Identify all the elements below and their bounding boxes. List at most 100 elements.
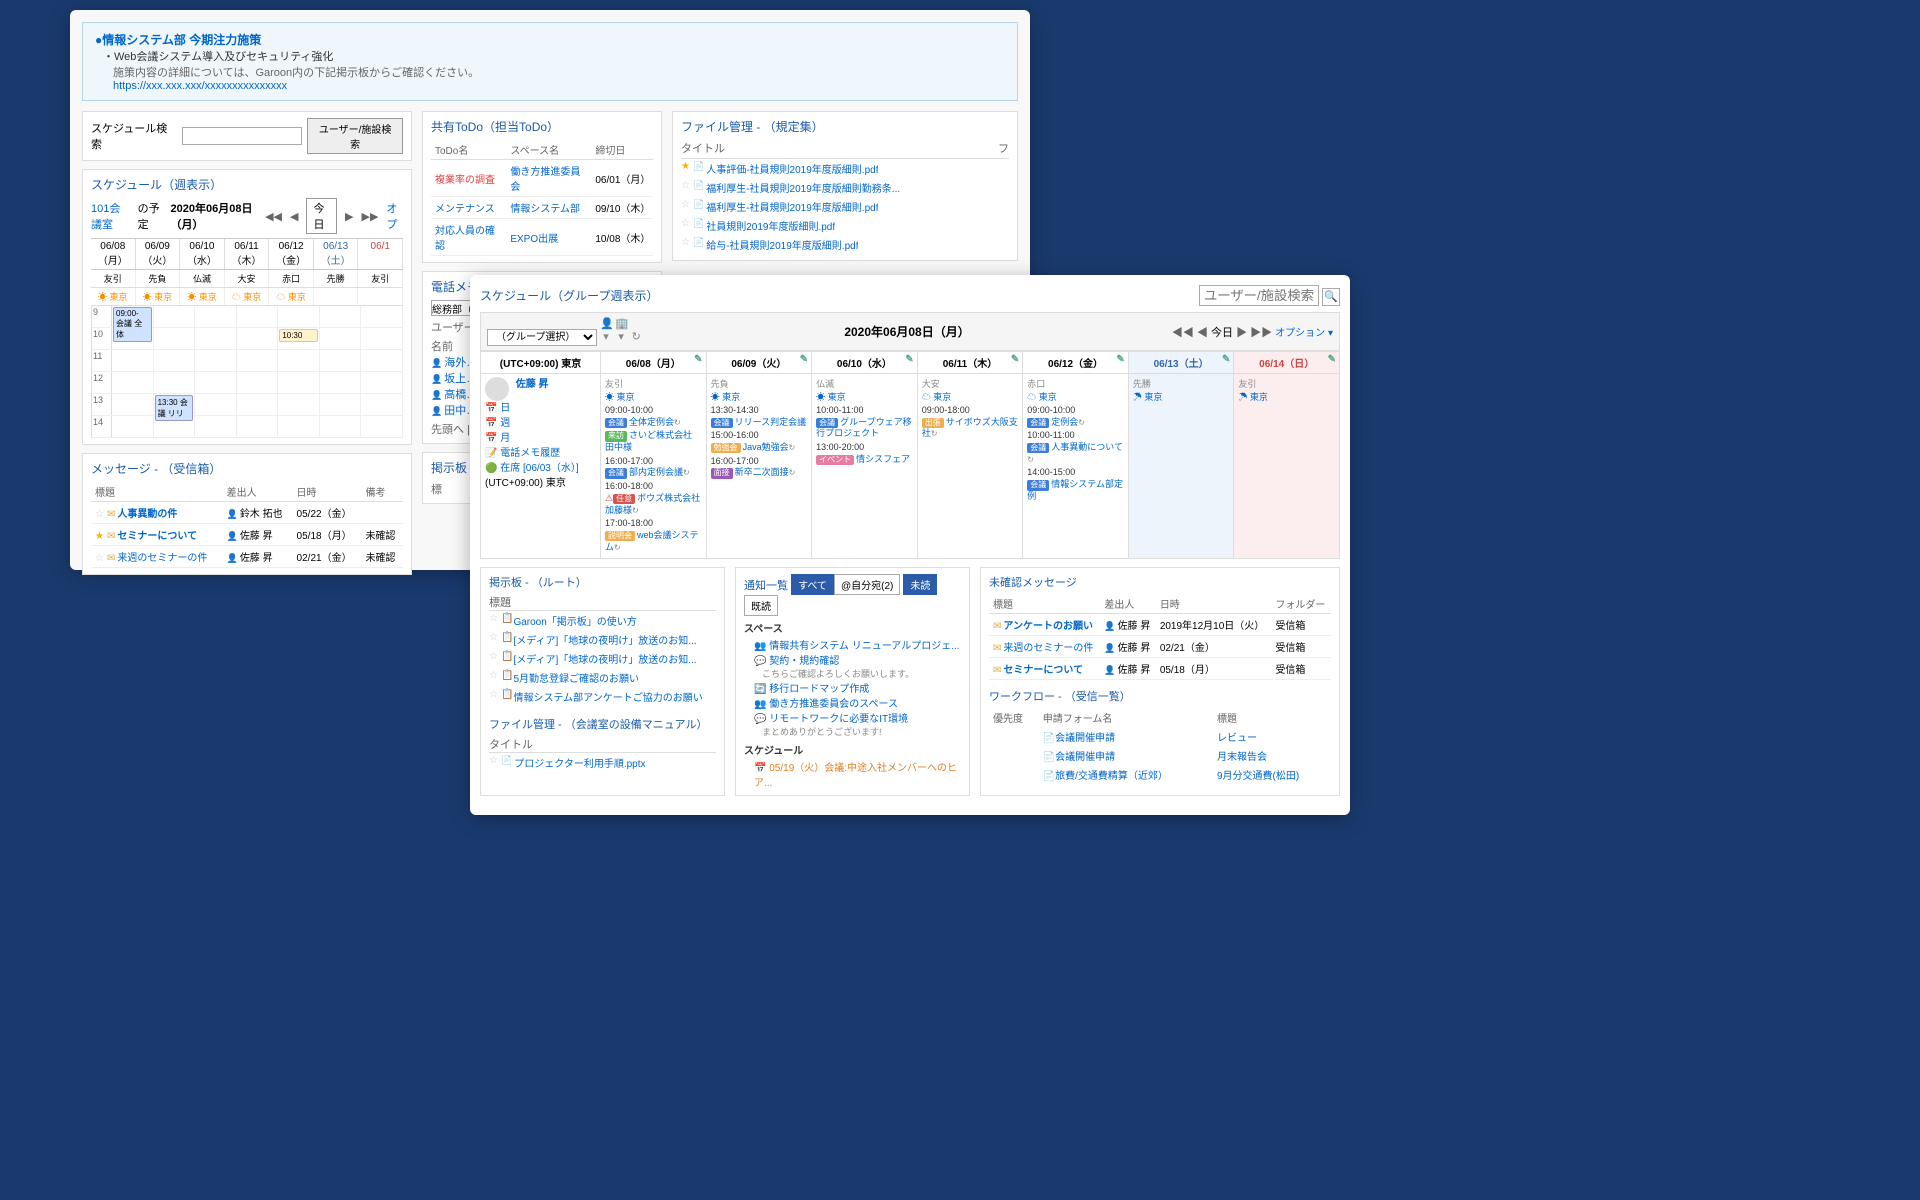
notif-link[interactable]: 👥 働き方推進委員会のスペース bbox=[744, 695, 961, 710]
bbs-link[interactable]: [メディア]「地球の夜明け」放送のお知... bbox=[513, 651, 696, 666]
nav-prev-icon[interactable]: ◀ bbox=[290, 210, 298, 223]
message-link[interactable]: セミナーについて bbox=[117, 531, 197, 542]
unread-link[interactable]: セミナーについて bbox=[1003, 665, 1083, 676]
notif-link[interactable]: 💬 契約・規約確認 bbox=[744, 652, 961, 667]
file-link[interactable]: 社員規則2019年度版細則.pdf bbox=[706, 218, 835, 233]
star-icon[interactable]: ☆ bbox=[681, 180, 693, 191]
event-item[interactable]: 16:00-17:00会議部内定例会議 bbox=[605, 456, 702, 479]
wf-title-link[interactable]: レビュー bbox=[1217, 733, 1257, 744]
room-link[interactable]: 101会議室 bbox=[91, 200, 130, 232]
message-link[interactable]: 人事異動の件 bbox=[117, 509, 177, 520]
file-link[interactable]: 福利厚生-社員規則2019年度版細則勤務条... bbox=[706, 180, 900, 195]
event-item[interactable]: 17:00-18:00説明会web会議システム bbox=[605, 518, 702, 553]
file2-title[interactable]: ファイル管理 - （会議室の設備マニュアル） bbox=[489, 716, 716, 732]
notice-link[interactable]: https://xxx.xxx.xxx/xxxxxxxxxxxxxxx bbox=[113, 80, 287, 92]
day-head-3[interactable]: 06/11（木）✎ bbox=[917, 352, 1023, 374]
presence[interactable]: 在席 [06/03（水）] bbox=[500, 463, 578, 474]
tab-all[interactable]: すべて bbox=[791, 574, 834, 595]
wk-option-link[interactable]: オプション ▾ bbox=[1275, 328, 1333, 339]
star-icon[interactable]: ☆ bbox=[489, 613, 501, 624]
day-head-4[interactable]: 06/12（金）✎ bbox=[1023, 352, 1129, 374]
event-item[interactable]: 13:00-20:00イベント情シスフェア bbox=[816, 442, 913, 465]
wk-last-icon[interactable]: ▶▶ bbox=[1250, 327, 1272, 339]
nav-last-icon[interactable]: ▶▶ bbox=[362, 210, 379, 223]
event-item[interactable]: 09:00-10:00会議全体定例会 bbox=[605, 405, 702, 428]
nav-next-icon[interactable]: ▶ bbox=[345, 210, 353, 223]
nav-first-icon[interactable]: ◀◀ bbox=[265, 210, 282, 223]
day-head-1[interactable]: 06/09（火）✎ bbox=[706, 352, 812, 374]
event-item[interactable]: 13:30-14:30会議リリース判定会議 bbox=[711, 405, 808, 428]
wf-title-link[interactable]: 9月分交通費(松田) bbox=[1217, 771, 1299, 782]
event-item[interactable]: 09:00-10:00会議定例会 bbox=[1027, 405, 1124, 428]
todo-title[interactable]: 共有ToDo（担当ToDo） bbox=[431, 118, 653, 135]
day-head-0[interactable]: 06/08（月）✎ bbox=[601, 352, 707, 374]
today-button[interactable]: 今日 bbox=[306, 198, 337, 234]
day-head-2[interactable]: 06/10（水）✎ bbox=[812, 352, 918, 374]
event-item[interactable]: 14:00-15:00会議情報システム部定例 bbox=[1027, 467, 1124, 502]
bbs2-title[interactable]: 掲示板 - （ルート） bbox=[489, 574, 716, 590]
wf-form-link[interactable]: 会議開催申請 bbox=[1055, 752, 1115, 763]
todo-link[interactable]: メンテナンス bbox=[435, 204, 495, 215]
wf-form-link[interactable]: 旅費/交通費精算（近郊） bbox=[1055, 771, 1168, 782]
event-item[interactable]: 10:00-11:00会議人事異動について bbox=[1027, 430, 1124, 465]
star-icon[interactable]: ☆ bbox=[681, 218, 693, 229]
tab-unread[interactable]: 未読 bbox=[903, 574, 937, 595]
todo-link[interactable]: 対応人員の確認 bbox=[435, 226, 495, 252]
star-icon[interactable]: ☆ bbox=[681, 237, 693, 248]
week-cell[interactable]: 友引☂ 東京 bbox=[1234, 374, 1340, 559]
file2-link[interactable]: プロジェクター利用手順.pptx bbox=[514, 755, 645, 770]
file-link[interactable]: 福利厚生-社員規則2019年度版細則.pdf bbox=[706, 199, 878, 214]
wk-prev-icon[interactable]: ◀ bbox=[1197, 327, 1208, 339]
search-icon[interactable]: 🔍 bbox=[1322, 288, 1340, 306]
tab-read[interactable]: 既読 bbox=[744, 595, 778, 616]
bbs-link[interactable]: 情報システム部アンケートご協力のお願い bbox=[513, 689, 702, 704]
star-icon[interactable]: ☆ bbox=[489, 632, 501, 643]
user-name-link[interactable]: 佐藤 昇 bbox=[516, 379, 549, 390]
week-cell[interactable]: 仏滅☀ 東京10:00-11:00会議グループウェア移行プロジェクト13:00-… bbox=[812, 374, 918, 559]
event-item[interactable]: 16:00-18:00⚠任意ボウズ株式会社 加藤様 bbox=[605, 481, 702, 516]
week-cell[interactable]: 友引☀ 東京09:00-10:00会議全体定例会来訪さいど株式会社 田中様16:… bbox=[601, 374, 707, 559]
todo-link[interactable]: 複業率の調査 bbox=[435, 175, 495, 186]
star-icon[interactable]: ☆ bbox=[489, 651, 501, 662]
options-link[interactable]: オプ bbox=[386, 200, 403, 232]
facility-toggle-icon[interactable]: 🏢▾ bbox=[615, 317, 627, 343]
workflow-title[interactable]: ワークフロー - （受信一覧） bbox=[989, 688, 1331, 704]
event-item[interactable]: 10:00-11:00会議グループウェア移行プロジェクト bbox=[816, 405, 913, 440]
notif-link[interactable]: 💬 リモートワークに必要なIT環境 bbox=[744, 710, 961, 725]
unread-title[interactable]: 未確認メッセージ bbox=[989, 574, 1331, 590]
file-link[interactable]: 給与-社員規則2019年度版細則.pdf bbox=[706, 237, 858, 252]
notif-link[interactable]: 👥 情報共有システム リニューアルプロジェ... bbox=[744, 637, 961, 652]
schedule-search-input[interactable] bbox=[182, 127, 302, 145]
message-title[interactable]: メッセージ - （受信箱） bbox=[91, 460, 403, 477]
star-icon[interactable]: ★ bbox=[681, 161, 693, 172]
user-toggle-icon[interactable]: 👤▾ bbox=[600, 317, 612, 343]
user-facility-search-input[interactable] bbox=[1199, 285, 1319, 306]
tab-mention[interactable]: @自分宛(2) bbox=[834, 574, 900, 595]
week-cell[interactable]: 先勝☂ 東京 bbox=[1128, 374, 1234, 559]
bbs-link[interactable]: [メディア]「地球の夜明け」放送のお知... bbox=[513, 632, 696, 647]
event-item[interactable]: 16:00-17:00面接新卒二次面接 bbox=[711, 456, 808, 479]
group-schedule-title[interactable]: スケジュール（グループ週表示） bbox=[480, 287, 658, 304]
wf-title-link[interactable]: 月末報告会 bbox=[1217, 752, 1267, 763]
wk-today-button[interactable]: 今日 bbox=[1211, 327, 1233, 339]
wk-first-icon[interactable]: ◀◀ bbox=[1172, 327, 1194, 339]
refresh-icon[interactable]: ↻ bbox=[630, 330, 642, 343]
star-icon[interactable]: ☆ bbox=[489, 689, 501, 700]
user-facility-search-button[interactable]: ユーザー/施設検索 bbox=[307, 118, 403, 154]
group-select[interactable]: （グループ選択） bbox=[487, 329, 597, 346]
schedule-title[interactable]: スケジュール（週表示） bbox=[91, 176, 403, 193]
event-item[interactable]: 15:00-16:00勉強会Java勉強会 bbox=[711, 430, 808, 453]
week-cell[interactable]: 大安☁ 東京09:00-18:00出張サイボウズ大阪支社 bbox=[917, 374, 1023, 559]
star-icon[interactable]: ☆ bbox=[681, 199, 693, 210]
file-link[interactable]: 人事評価-社員規則2019年度版細則.pdf bbox=[706, 161, 878, 176]
unread-link[interactable]: アンケートのお願い bbox=[1003, 621, 1093, 632]
day-head-6[interactable]: 06/14（日）✎ bbox=[1234, 352, 1340, 374]
event-item[interactable]: 来訪さいど株式会社 田中様 bbox=[605, 430, 702, 453]
notif-link[interactable]: 🔄 移行ロードマップ作成 bbox=[744, 680, 961, 695]
bbs-link[interactable]: 5月勤怠登録ご確認のお願い bbox=[513, 670, 639, 685]
week-cell[interactable]: 赤口☁ 東京09:00-10:00会議定例会10:00-11:00会議人事異動に… bbox=[1023, 374, 1129, 559]
wk-next-icon[interactable]: ▶ bbox=[1236, 327, 1247, 339]
star-icon[interactable]: ☆ bbox=[489, 670, 501, 681]
day-head-5[interactable]: 06/13（土）✎ bbox=[1128, 352, 1234, 374]
message-link[interactable]: 来週のセミナーの件 bbox=[117, 553, 207, 564]
